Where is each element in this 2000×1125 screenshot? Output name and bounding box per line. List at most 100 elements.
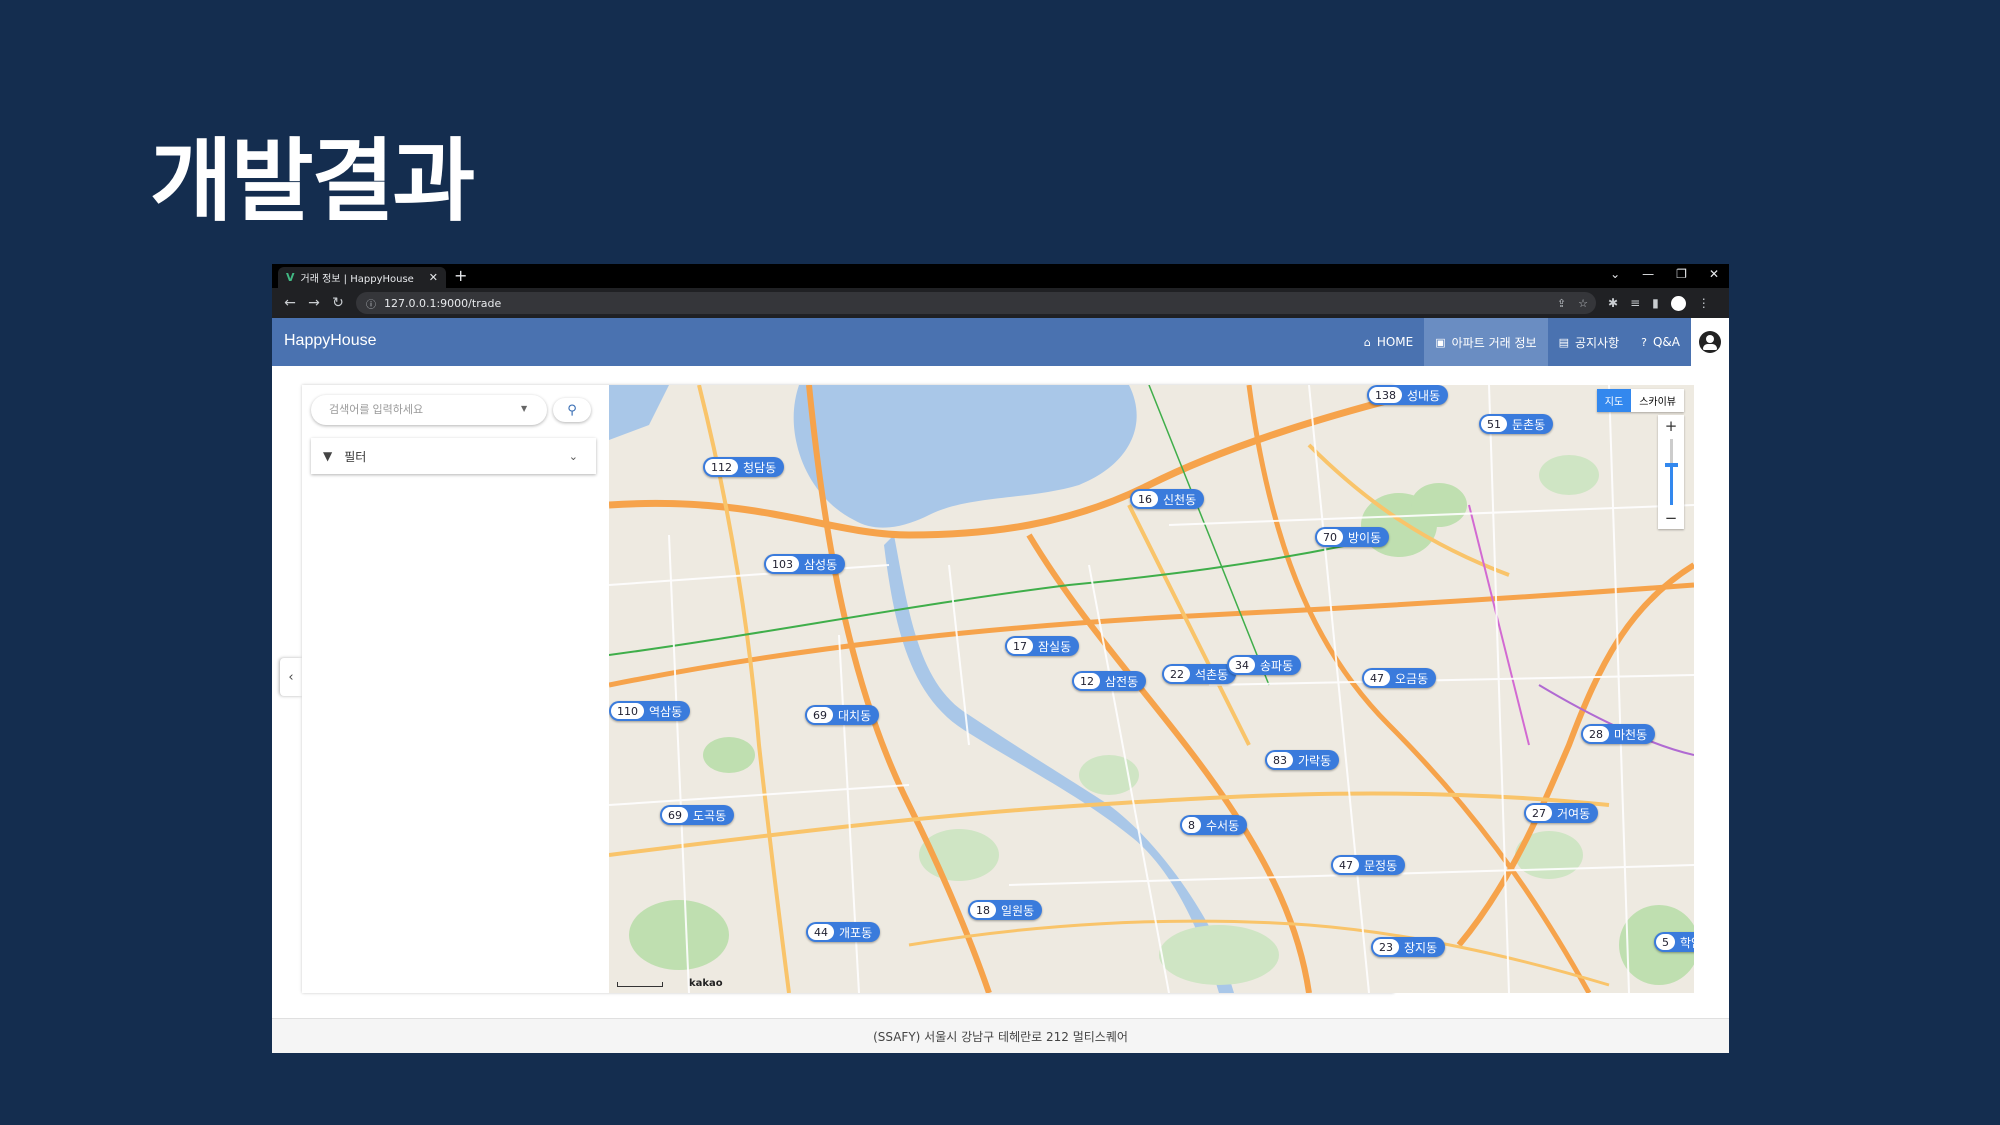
dong-marker-macheon[interactable]: 28 마천동	[1581, 724, 1656, 744]
zoom-slider-handle[interactable]	[1665, 463, 1678, 468]
marker-label: 방이동	[1348, 530, 1382, 545]
profile-avatar-icon[interactable]	[1670, 295, 1686, 311]
marker-count: 47	[1364, 670, 1390, 686]
dong-marker-gaepo[interactable]: 44 개포동	[806, 922, 881, 942]
account-circle-icon	[1699, 331, 1721, 353]
tab-strip: V 거래 정보 | HappyHouse ✕ + ⌄ — ❐ ✕	[272, 264, 1729, 288]
marker-count: 5	[1656, 934, 1675, 950]
extension-toolbar: ✱ ≡ ▮ ⋮	[1608, 295, 1710, 311]
search-input[interactable]	[311, 395, 547, 425]
search-button[interactable]: ⚲	[553, 398, 591, 422]
dong-marker-samjeon[interactable]: 12 삼전동	[1072, 671, 1147, 691]
reload-icon[interactable]: ↻	[326, 295, 350, 311]
account-button[interactable]	[1691, 318, 1729, 366]
marker-label: 잠실동	[1038, 639, 1072, 654]
dong-marker-seongnae[interactable]: 138 성내동	[1367, 385, 1449, 405]
dong-marker-munjeong[interactable]: 47 문정동	[1331, 855, 1406, 875]
marker-label: 석촌동	[1195, 667, 1229, 682]
nav-apartment-trade[interactable]: ▣ 아파트 거래 정보	[1424, 318, 1548, 366]
zoom-out-button[interactable]: −	[1658, 509, 1684, 527]
marker-count: 34	[1229, 657, 1255, 673]
dong-marker-bangi[interactable]: 70 방이동	[1315, 527, 1390, 547]
marker-label: 대치동	[838, 708, 872, 723]
browser-window: V 거래 정보 | HappyHouse ✕ + ⌄ — ❐ ✕ ← → ↻ ⓘ…	[272, 264, 1729, 1053]
map-type-roadmap[interactable]: 지도	[1596, 389, 1632, 412]
new-tab-button[interactable]: +	[454, 266, 467, 285]
building-icon: ▣	[1435, 335, 1446, 349]
nav-home[interactable]: ⌂ HOME	[1353, 318, 1424, 366]
marker-label: 삼성동	[804, 557, 838, 572]
dong-marker-daechi[interactable]: 69 대치동	[805, 705, 880, 725]
nav-label: Q&A	[1652, 335, 1680, 349]
site-info-icon[interactable]: ⓘ	[366, 296, 376, 311]
dong-marker-samseong[interactable]: 103 삼성동	[764, 554, 846, 574]
restore-icon[interactable]: ❐	[1676, 267, 1687, 281]
browser-menu-icon[interactable]: ⋮	[1698, 296, 1710, 310]
dong-marker-songpa[interactable]: 34 송파동	[1227, 655, 1302, 675]
marker-count: 28	[1583, 726, 1609, 742]
marker-label: 삼전동	[1105, 674, 1139, 689]
extensions-puzzle-icon[interactable]: ✱	[1608, 296, 1618, 310]
marker-count: 138	[1369, 387, 1402, 403]
dong-marker-jamsil[interactable]: 17 잠실동	[1005, 636, 1080, 656]
dong-marker-yeoksam[interactable]: 110 역삼동	[609, 701, 691, 721]
main-content: ‹ ▼ ⚲ ▼ 필터 ⌄	[272, 366, 1729, 1018]
marker-count: 18	[970, 902, 996, 918]
tab-close-icon[interactable]: ✕	[429, 271, 438, 284]
bookmark-star-icon[interactable]: ☆	[1578, 297, 1588, 310]
marker-label: 신천동	[1163, 492, 1197, 507]
home-icon: ⌂	[1363, 335, 1371, 349]
marker-count: 83	[1267, 752, 1293, 768]
dong-marker-dogok[interactable]: 69 도곡동	[660, 805, 735, 825]
dong-marker-seokchon[interactable]: 22 석촌동	[1162, 664, 1237, 684]
dong-marker-geoyeo[interactable]: 27 거여동	[1524, 803, 1599, 823]
page-footer: (SSAFY) 서울시 강남구 테헤란로 212 멀티스퀘어	[272, 1018, 1729, 1053]
dong-marker-hagam[interactable]: 5 학암	[1654, 932, 1694, 952]
zoom-in-button[interactable]: +	[1658, 417, 1684, 435]
marker-count: 69	[662, 807, 688, 823]
url-field[interactable]: ⓘ 127.0.0.1:9000/trade ⇪ ☆	[356, 292, 1596, 314]
marker-label: 개포동	[839, 925, 873, 940]
nav-label: 아파트 거래 정보	[1451, 335, 1537, 350]
forward-arrow-icon[interactable]: →	[302, 295, 326, 311]
kakao-map[interactable]: 지도 스카이뷰 + − 138 성내동 51 둔촌동 112 청담동 16 신천동 70…	[609, 385, 1694, 993]
dong-marker-sincheon[interactable]: 16 신천동	[1130, 489, 1205, 509]
share-icon[interactable]: ⇪	[1557, 297, 1566, 310]
marker-label: 장지동	[1404, 940, 1438, 955]
tab-search-icon[interactable]: ⌄	[1610, 267, 1620, 281]
main-nav: ⌂ HOME ▣ 아파트 거래 정보 ▤ 공지사항 ? Q&A	[1353, 318, 1729, 366]
marker-label: 가락동	[1298, 753, 1332, 768]
dong-marker-ogeum[interactable]: 47 오금동	[1362, 668, 1437, 688]
marker-label: 거여동	[1557, 806, 1591, 821]
marker-count: 70	[1317, 529, 1343, 545]
dong-marker-suseo[interactable]: 8 수서동	[1180, 815, 1248, 835]
filter-label: 필터	[344, 449, 367, 464]
dong-marker-dunchon[interactable]: 51 둔촌동	[1479, 414, 1554, 434]
minimize-icon[interactable]: —	[1642, 267, 1654, 281]
nav-qna[interactable]: ? Q&A	[1630, 318, 1691, 366]
marker-count: 17	[1007, 638, 1033, 654]
marker-count: 103	[766, 556, 799, 572]
side-panel-icon[interactable]: ▮	[1652, 296, 1659, 310]
dong-marker-jangji[interactable]: 23 장지동	[1371, 937, 1446, 957]
dropdown-caret-icon[interactable]: ▼	[521, 404, 527, 413]
nav-notice[interactable]: ▤ 공지사항	[1548, 318, 1631, 366]
address-bar: ← → ↻ ⓘ 127.0.0.1:9000/trade ⇪ ☆ ✱ ≡ ▮ ⋮	[272, 288, 1729, 318]
marker-label: 송파동	[1260, 658, 1294, 673]
zoom-slider[interactable]	[1665, 439, 1678, 505]
dong-marker-garak[interactable]: 83 가락동	[1265, 750, 1340, 770]
sidebar-collapse-chevron-left-icon[interactable]: ‹	[280, 658, 302, 696]
marker-label: 청담동	[743, 460, 777, 475]
close-window-icon[interactable]: ✕	[1709, 267, 1719, 281]
map-type-skyview[interactable]: 스카이뷰	[1631, 389, 1684, 412]
zoom-slider-fill	[1670, 465, 1673, 505]
filter-panel-header[interactable]: ▼ 필터 ⌄	[311, 438, 596, 474]
browser-tab[interactable]: V 거래 정보 | HappyHouse ✕	[278, 267, 446, 288]
reading-list-icon[interactable]: ≡	[1630, 296, 1640, 310]
dong-marker-irwon[interactable]: 18 일원동	[968, 900, 1043, 920]
search-icon: ⚲	[567, 402, 577, 418]
dong-marker-cheongdam[interactable]: 112 청담동	[703, 457, 785, 477]
brand-logo[interactable]: HappyHouse	[284, 332, 377, 350]
back-arrow-icon[interactable]: ←	[278, 295, 302, 311]
slide-title: 개발결과	[150, 129, 475, 234]
